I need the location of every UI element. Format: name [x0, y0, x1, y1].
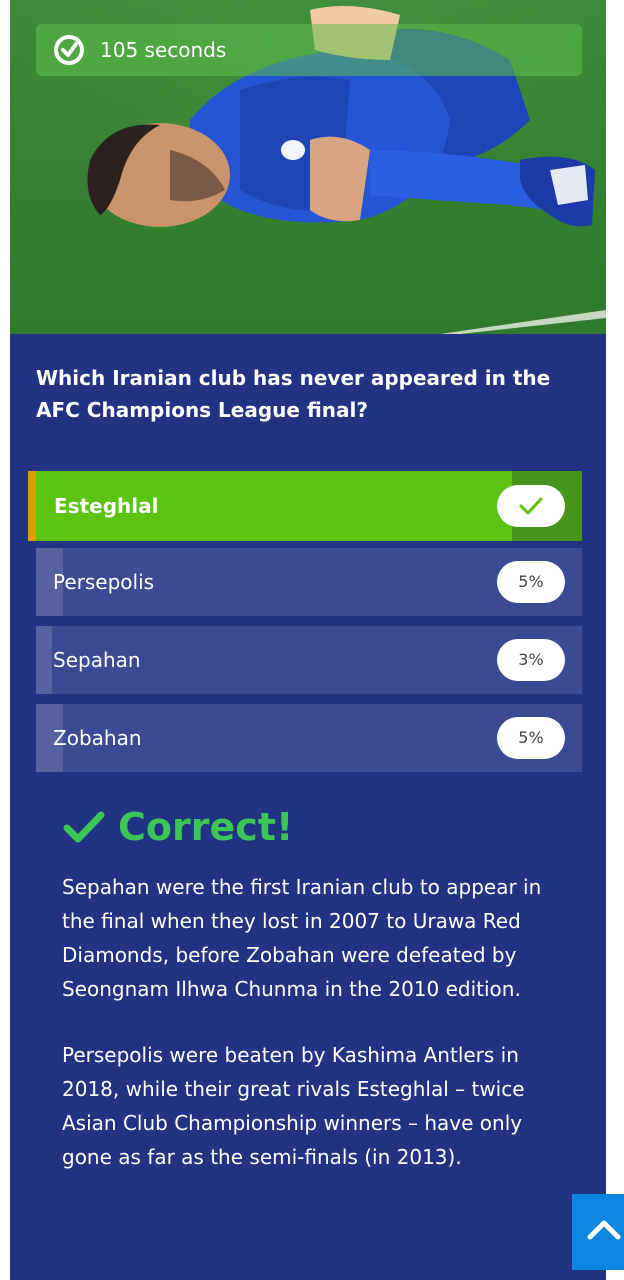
question-text: Which Iranian club has never appeared in…	[36, 366, 551, 422]
percent-badge: 3%	[497, 639, 565, 681]
percent-fill	[36, 626, 53, 694]
hero-photo: 105 seconds	[10, 0, 606, 334]
answer-option-esteghlal[interactable]: Esteghlal	[28, 471, 582, 541]
timer-bar: 105 seconds	[36, 24, 582, 76]
explanation-paragraph: Persepolis were beaten by Kashima Antler…	[62, 1043, 525, 1169]
chevron-up-icon	[587, 1220, 621, 1240]
answer-label: Sepahan	[53, 648, 141, 672]
percent-badge: 5%	[497, 561, 565, 603]
timer-text: 105 seconds	[100, 38, 227, 62]
answer-label: Esteghlal	[54, 494, 159, 518]
timer-check-icon	[54, 35, 84, 65]
answer-option-zobahan[interactable]: Zobahan 5%	[36, 704, 582, 772]
result-heading: Correct!	[62, 802, 293, 852]
scroll-to-top-button[interactable]	[572, 1194, 624, 1270]
answer-option-persepolis[interactable]: Persepolis 5%	[36, 548, 582, 616]
check-icon	[519, 497, 543, 515]
correct-badge	[497, 485, 565, 527]
result-title: Correct!	[118, 805, 294, 849]
selected-marker	[28, 471, 36, 541]
explanation: Sepahan were the first Iranian club to a…	[62, 870, 562, 1206]
answer-label: Zobahan	[53, 726, 142, 750]
percent-badge: 5%	[497, 717, 565, 759]
answer-label: Persepolis	[53, 570, 155, 594]
quiz-card: 105 seconds Which Iranian club has never…	[10, 0, 606, 1280]
answer-option-sepahan[interactable]: Sepahan 3%	[36, 626, 582, 694]
check-icon	[63, 811, 105, 843]
explanation-paragraph: Sepahan were the first Iranian club to a…	[62, 875, 542, 1001]
